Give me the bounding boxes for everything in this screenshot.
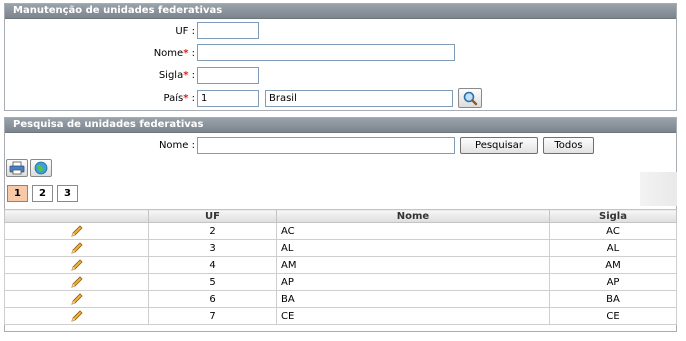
nome-input[interactable] bbox=[197, 44, 455, 61]
pais-label: País* : bbox=[163, 93, 196, 104]
search-nome-input[interactable] bbox=[197, 137, 455, 154]
required-mark: * bbox=[183, 48, 189, 59]
required-mark: * bbox=[183, 70, 189, 81]
page-1-button[interactable]: 1 bbox=[7, 185, 28, 202]
pencil-icon[interactable] bbox=[69, 241, 85, 255]
column-header-sigla[interactable]: Sigla bbox=[549, 209, 677, 223]
required-mark: * bbox=[183, 93, 189, 104]
cell-sigla: CE bbox=[549, 307, 677, 325]
search-nome-label: Nome : bbox=[158, 140, 195, 151]
magnifier-icon bbox=[463, 91, 478, 106]
edit-cell[interactable] bbox=[4, 273, 149, 291]
column-header-uf[interactable]: UF bbox=[148, 209, 277, 223]
edit-cell[interactable] bbox=[4, 239, 149, 257]
cell-sigla: AM bbox=[549, 256, 677, 274]
column-header-actions bbox=[4, 209, 149, 223]
table-row[interactable]: 4 AM AM bbox=[4, 256, 677, 274]
cell-nome: AM bbox=[276, 256, 550, 274]
cell-nome: AL bbox=[276, 239, 550, 257]
cell-uf: 3 bbox=[148, 239, 277, 257]
table-row[interactable]: 6 BA BA bbox=[4, 290, 677, 308]
table-row[interactable]: 2 AC AC bbox=[4, 222, 677, 240]
cell-sigla: AP bbox=[549, 273, 677, 291]
edit-cell[interactable] bbox=[4, 222, 149, 240]
cell-uf: 5 bbox=[148, 273, 277, 291]
pais-name-input[interactable] bbox=[265, 90, 453, 107]
pencil-icon[interactable] bbox=[69, 224, 85, 238]
pencil-icon[interactable] bbox=[69, 309, 85, 323]
sigla-label: Sigla* : bbox=[158, 70, 195, 81]
edit-cell[interactable] bbox=[4, 256, 149, 274]
cell-uf: 6 bbox=[148, 290, 277, 308]
uf-label: UF : bbox=[175, 26, 195, 37]
cell-nome: AP bbox=[276, 273, 550, 291]
edit-cell[interactable] bbox=[4, 290, 149, 308]
pencil-icon[interactable] bbox=[69, 258, 85, 272]
toolbar-right-shade bbox=[640, 172, 677, 206]
globe-icon bbox=[34, 161, 48, 175]
cell-nome: AC bbox=[276, 222, 550, 240]
pais-lookup-button[interactable] bbox=[458, 88, 482, 108]
globe-button[interactable] bbox=[30, 159, 52, 177]
table-row[interactable]: 7 CE CE bbox=[4, 307, 677, 325]
printer-icon bbox=[9, 161, 25, 175]
pencil-icon[interactable] bbox=[69, 275, 85, 289]
page-3-button[interactable]: 3 bbox=[57, 185, 78, 202]
cell-nome: BA bbox=[276, 290, 550, 308]
table-header: UF Nome Sigla bbox=[4, 209, 677, 223]
cell-uf: 7 bbox=[148, 307, 277, 325]
cell-sigla: BA bbox=[549, 290, 677, 308]
cell-uf: 2 bbox=[148, 222, 277, 240]
results-table: UF Nome Sigla 2 AC AC 3 AL AL 4 AM AM 5 … bbox=[4, 209, 677, 325]
cell-nome: CE bbox=[276, 307, 550, 325]
pais-code-input[interactable] bbox=[197, 90, 259, 107]
todos-button[interactable]: Todos bbox=[543, 137, 594, 154]
cell-sigla: AC bbox=[549, 222, 677, 240]
maintenance-panel-title: Manutenção de unidades federativas bbox=[5, 4, 676, 19]
column-header-nome[interactable]: Nome bbox=[276, 209, 550, 223]
pesquisar-button[interactable]: Pesquisar bbox=[460, 137, 538, 154]
page-2-button[interactable]: 2 bbox=[32, 185, 53, 202]
cell-sigla: AL bbox=[549, 239, 677, 257]
pencil-icon[interactable] bbox=[69, 292, 85, 306]
uf-input[interactable] bbox=[197, 22, 259, 39]
edit-cell[interactable] bbox=[4, 307, 149, 325]
cell-uf: 4 bbox=[148, 256, 277, 274]
print-button[interactable] bbox=[6, 159, 28, 177]
nome-label: Nome* : bbox=[153, 48, 195, 59]
table-row[interactable]: 3 AL AL bbox=[4, 239, 677, 257]
sigla-input[interactable] bbox=[197, 67, 259, 84]
table-row[interactable]: 5 AP AP bbox=[4, 273, 677, 291]
search-panel-title: Pesquisa de unidades federativas bbox=[5, 118, 676, 133]
